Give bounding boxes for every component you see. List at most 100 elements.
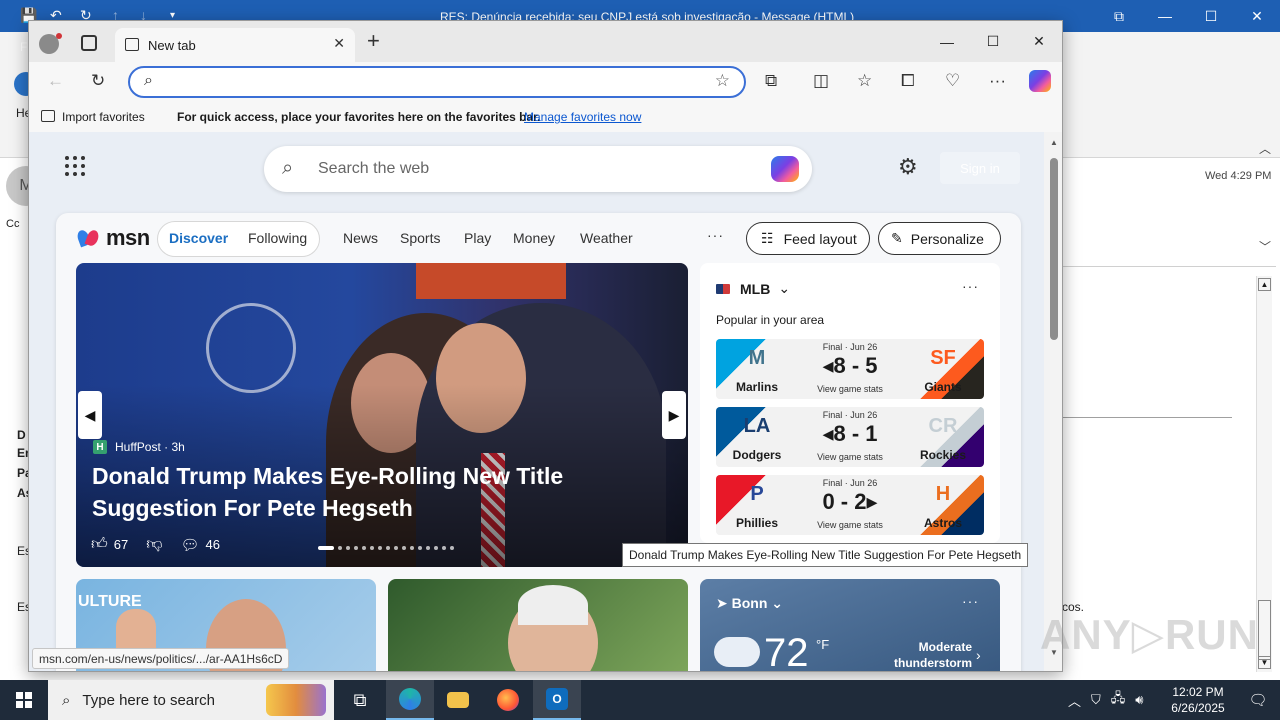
tab-actions-icon[interactable] — [81, 35, 97, 51]
more-options-icon[interactable]: ··· — [962, 278, 979, 294]
carousel-dot[interactable] — [386, 546, 390, 550]
carousel-dot[interactable] — [378, 546, 382, 550]
game-stats-link[interactable]: View game stats — [798, 520, 902, 530]
scroll-down-arrow[interactable]: ▼ — [1258, 656, 1271, 669]
carousel-dot[interactable] — [442, 546, 446, 550]
address-bar[interactable]: ⌕ ☆ — [128, 66, 746, 98]
close-button[interactable]: ✕ — [1234, 0, 1280, 32]
carousel-dot[interactable] — [450, 546, 454, 550]
security-icon[interactable]: ⛉ — [1091, 692, 1101, 708]
carousel-dot[interactable] — [426, 546, 430, 550]
minimize-button[interactable]: — — [1142, 0, 1188, 32]
chevron-up-icon[interactable]: ︿ — [1068, 691, 1081, 710]
collapse-header-icon[interactable]: ︿ — [1259, 140, 1271, 157]
more-options-icon[interactable]: ··· — [989, 70, 1006, 92]
carousel-next-button[interactable]: ▶ — [662, 391, 686, 439]
carousel-dot[interactable] — [402, 546, 406, 550]
app-launcher-icon[interactable] — [65, 156, 85, 176]
favorites-icon[interactable]: ☆ — [857, 70, 872, 92]
carousel-dot[interactable] — [354, 546, 358, 550]
scrollbar-thumb[interactable] — [1050, 158, 1058, 340]
comment-icon[interactable]: 💬︎ — [180, 536, 199, 554]
carousel-dot[interactable] — [338, 546, 342, 550]
close-tab-icon[interactable]: ✕ — [333, 35, 345, 52]
carousel-dot[interactable] — [370, 546, 374, 550]
feed-layout-button[interactable]: ☷ Feed layout — [746, 222, 870, 255]
nav-play[interactable]: Play — [464, 230, 491, 246]
personalize-button[interactable]: ✎ Personalize — [878, 222, 1001, 255]
more-options-icon[interactable]: ··· — [962, 593, 979, 609]
carousel-prev-button[interactable]: ◀ — [78, 391, 102, 439]
maximize-button[interactable]: ☐ — [1188, 0, 1234, 32]
hero-article-card[interactable]: ◀ ▶ H HuffPost · 3h Donald Trump Makes E… — [76, 263, 688, 567]
close-button[interactable]: ✕ — [1016, 21, 1062, 62]
nav-news[interactable]: News — [343, 230, 378, 246]
game-row[interactable]: P H Phillies Astros Final · Jun 26 0 - 2▸ View… — [716, 475, 984, 535]
back-icon[interactable]: ← — [47, 70, 64, 92]
mlb-league-selector[interactable]: MLB ⌄ — [716, 280, 790, 297]
system-clock[interactable]: 12:02 PM 6/26/2025 — [1160, 684, 1236, 716]
carousel-dot[interactable] — [410, 546, 414, 550]
collections-icon[interactable]: ⧠ — [901, 70, 915, 92]
copilot-icon[interactable] — [1029, 70, 1051, 92]
web-search-input[interactable] — [318, 158, 738, 180]
chevron-right-icon[interactable]: › — [976, 647, 981, 663]
weather-card[interactable]: ➤ Bonn ⌄ ··· 72 °F Moderate thunderstorm… — [700, 579, 1000, 671]
carousel-dot[interactable] — [418, 546, 422, 550]
address-input[interactable] — [170, 72, 690, 92]
manage-favorites-link[interactable]: Manage favorites now — [524, 110, 641, 124]
minimize-button[interactable]: — — [924, 21, 970, 62]
game-stats-link[interactable]: View game stats — [798, 384, 902, 394]
sign-in-button[interactable]: Sign in — [940, 152, 1020, 184]
page-scrollbar[interactable]: ▲ ▼ — [1044, 132, 1062, 671]
taskbar-file-explorer[interactable] — [434, 680, 482, 720]
web-search-box[interactable]: ⌕ — [264, 146, 812, 192]
notifications-icon[interactable]: 🗨︎ — [1236, 680, 1280, 720]
more-nav-icon[interactable]: ··· — [707, 227, 724, 243]
carousel-dot[interactable] — [318, 546, 334, 550]
taskbar-edge[interactable] — [386, 680, 434, 720]
weather-location[interactable]: ➤ Bonn ⌄ — [716, 595, 783, 612]
carousel-dot[interactable] — [434, 546, 438, 550]
article-card[interactable] — [388, 579, 688, 671]
copilot-icon[interactable] — [771, 156, 799, 182]
refresh-icon[interactable]: ↻ — [91, 70, 105, 92]
nav-sports[interactable]: Sports — [400, 230, 440, 246]
browser-essentials-icon[interactable]: ♡ — [945, 70, 960, 92]
taskbar-firefox[interactable] — [484, 680, 532, 720]
game-row[interactable]: M SF Marlins Giants Final · Jun 26 ◂8 - 5 View… — [716, 339, 984, 399]
taskbar-search-box[interactable]: ⌕ Type here to search — [48, 680, 334, 720]
carousel-dot[interactable] — [362, 546, 366, 550]
nav-weather[interactable]: Weather — [580, 230, 633, 246]
msn-logo[interactable]: msn — [75, 225, 150, 251]
taskbar-outlook[interactable]: O — [533, 680, 581, 720]
like-icon[interactable]: 👍︎ — [91, 535, 108, 554]
game-row[interactable]: LA CR Dodgers Rockies Final · Jun 26 ◂8 - 1 Vi… — [716, 407, 984, 467]
start-button[interactable] — [0, 680, 48, 720]
dislike-icon[interactable]: 👎︎ — [146, 535, 162, 554]
carousel-dot[interactable] — [394, 546, 398, 550]
game-stats-link[interactable]: View game stats — [798, 452, 902, 462]
weather-alert[interactable]: Moderate thunderstorm warning — [850, 639, 972, 671]
tab-new-tab[interactable]: New tab ✕ — [115, 28, 355, 62]
network-icon[interactable]: 🖧︎ — [1111, 689, 1126, 711]
scroll-up-arrow[interactable]: ▲ — [1258, 278, 1271, 291]
scroll-up-arrow[interactable]: ▲ — [1050, 138, 1058, 147]
ribbon-display-icon[interactable]: ⧉ — [1096, 0, 1142, 32]
tab-discover[interactable]: Discover — [169, 230, 228, 246]
split-screen-icon[interactable]: ◫ — [813, 70, 829, 92]
article-headline[interactable]: Donald Trump Makes Eye-Rolling New Title… — [92, 460, 612, 524]
new-tab-button[interactable]: + — [367, 30, 380, 52]
scrollbar-thumb[interactable] — [1258, 600, 1271, 660]
volume-icon[interactable]: 🔊︎ — [1135, 692, 1143, 708]
maximize-button[interactable]: ☐ — [970, 21, 1016, 62]
carousel-dot[interactable] — [346, 546, 350, 550]
nav-money[interactable]: Money — [513, 230, 555, 246]
import-favorites-button[interactable]: Import favorites — [62, 110, 145, 124]
settings-gear-icon[interactable]: ⚙ — [898, 156, 918, 178]
task-view-button[interactable]: ⧉ — [336, 680, 384, 720]
extensions-icon[interactable]: ⧉ — [765, 70, 777, 92]
favorite-star-icon[interactable]: ☆ — [715, 71, 730, 91]
expand-header-icon[interactable]: ﹀ — [1259, 238, 1271, 255]
tab-following[interactable]: Following — [248, 230, 307, 246]
